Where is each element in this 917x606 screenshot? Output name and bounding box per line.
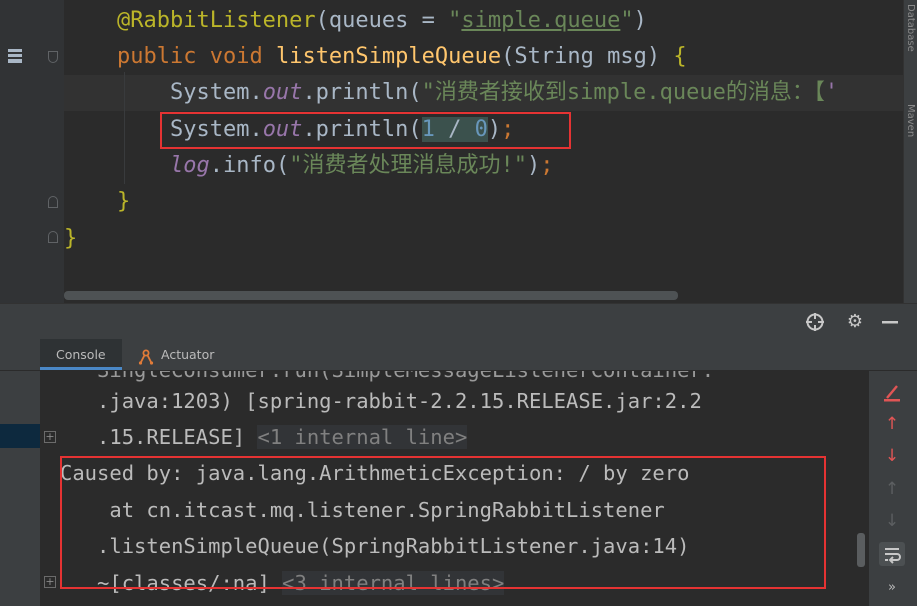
division-by-zero-highlight [160,112,571,149]
actuator-icon [137,346,155,365]
right-tool-strip: Database Maven [903,0,917,303]
code-line-6: } [116,189,131,214]
soft-wrap-icon[interactable] [879,542,905,566]
console-line: .15.RELEASE] <1 internal line> [60,425,468,449]
exception-highlight [60,456,826,589]
tool-window-header: ⚙ [0,303,917,339]
code-editor[interactable]: @RabbitListener(queues = "simple.queue")… [0,0,903,303]
clear-icon[interactable] [879,381,905,405]
expand-icon[interactable]: + [44,576,56,588]
crosshair-icon[interactable] [804,311,826,333]
console-line: .java:1203) [spring-rabbit-2.2.15.RELEAS… [60,389,702,413]
code-line-1: @RabbitListener(queues = "simple.queue") [116,8,647,33]
up-arrow-disabled-icon: ↑ [884,479,900,499]
more-icon[interactable]: » [879,576,905,600]
expand-icon[interactable]: + [44,431,56,443]
maven-tool-label[interactable]: Maven [905,104,916,137]
tab-actuator[interactable]: Actuator [135,339,214,370]
database-tool-label[interactable]: Database [905,4,916,52]
code-line-2: public void listenSimpleQueue(String msg… [116,44,687,69]
console-right-toolbar: ↑ ↓ ↑ ↓ » [869,371,917,606]
fold-icon[interactable] [48,231,58,243]
tab-console[interactable]: Console [40,339,122,370]
minimize-icon[interactable] [879,311,901,333]
fold-icon[interactable] [48,196,58,208]
internal-lines-fold[interactable]: <1 internal line> [257,425,468,449]
run-marker-icon[interactable] [6,46,26,66]
param-name: queues [328,8,409,33]
horizontal-scrollbar[interactable] [64,291,678,300]
gear-icon[interactable]: ⚙ [844,311,866,333]
console-left-toolbar [0,371,40,606]
method-name: listenSimpleQueue [275,44,502,69]
tool-window-tabs: Console Actuator [0,339,917,371]
fold-icon[interactable] [48,51,58,63]
left-toolbar-selection [0,424,40,448]
up-arrow-icon[interactable]: ↑ [879,412,905,436]
code-line-3: System.out.println("消费者接收到simple.queue的消… [169,80,839,105]
code-line-7: } [64,226,78,251]
annotation-token: @RabbitListener [116,8,316,33]
code-line-5: log.info("消费者处理消息成功!"); [169,153,554,178]
down-arrow-icon[interactable]: ↓ [879,444,905,468]
down-arrow-disabled-icon: ↓ [884,511,900,531]
console-output[interactable]: SingleConsumer.run(SimpleMessageListener… [40,371,869,606]
queue-name-string: simple.queue [461,8,621,33]
console-scrollbar[interactable] [857,533,865,567]
